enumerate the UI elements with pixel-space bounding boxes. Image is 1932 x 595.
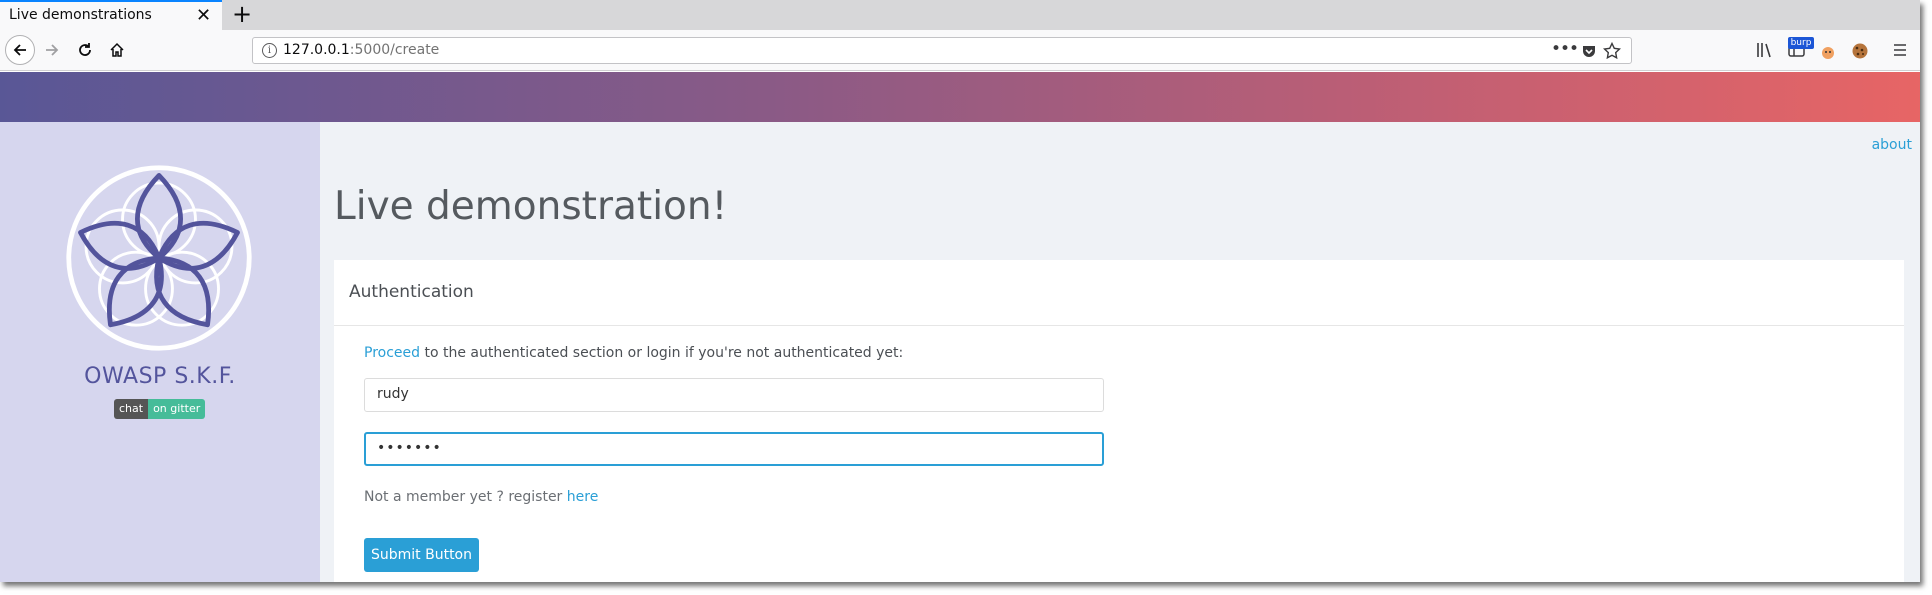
- register-here-link[interactable]: here: [567, 489, 599, 505]
- main-content: about Live demonstration! Authentication…: [320, 122, 1920, 582]
- home-button[interactable]: [102, 35, 132, 65]
- close-tab-icon[interactable]: ✕: [196, 5, 211, 26]
- authentication-panel: Authentication Proceed to the authentica…: [334, 260, 1904, 582]
- gitter-chat-badge[interactable]: chat on gitter: [114, 399, 206, 419]
- address-bar[interactable]: i 127.0.0.1:5000/create •••: [252, 37, 1632, 64]
- page-title: Live demonstration!: [334, 184, 728, 229]
- navigation-bar: i 127.0.0.1:5000/create ••• burp: [0, 30, 1920, 71]
- arrow-left-icon: [13, 44, 26, 56]
- intro-text-rest: to the authenticated section or login if…: [420, 345, 904, 361]
- panel-title: Authentication: [349, 282, 474, 302]
- sidebar: OWASP S.K.F. chat on gitter: [0, 122, 320, 582]
- url-text[interactable]: 127.0.0.1:5000/create: [283, 42, 439, 58]
- reload-icon: [79, 43, 91, 56]
- gitter-badge-left: chat: [114, 399, 149, 419]
- register-text: Not a member yet ? register here: [364, 489, 598, 505]
- arrow-right-icon: [46, 44, 59, 56]
- burp-badge: burp: [1788, 37, 1814, 49]
- username-input[interactable]: rudy: [364, 378, 1104, 412]
- site-info-icon[interactable]: i: [262, 43, 277, 58]
- new-tab-icon[interactable]: +: [232, 0, 252, 28]
- forward-button[interactable]: [37, 35, 67, 65]
- page-actions-icon[interactable]: •••: [1551, 39, 1579, 59]
- panel-heading: Authentication: [334, 260, 1904, 326]
- cookie-icon[interactable]: [1851, 42, 1869, 60]
- hamburger-menu-icon[interactable]: [1892, 43, 1908, 57]
- home-icon: [110, 42, 124, 57]
- header-banner: [0, 72, 1920, 122]
- page-content: OWASP S.K.F. chat on gitter about Live d…: [0, 72, 1920, 582]
- submit-button[interactable]: Submit Button: [364, 538, 479, 572]
- back-button[interactable]: [5, 35, 35, 65]
- tab-bar: Live demonstrations ✕ +: [0, 0, 1920, 30]
- tab-live-demonstrations[interactable]: Live demonstrations ✕: [0, 0, 222, 30]
- proceed-link[interactable]: Proceed: [364, 345, 420, 361]
- brand-name: OWASP S.K.F.: [84, 364, 236, 389]
- bookmark-star-icon[interactable]: [1603, 42, 1621, 60]
- owasp-skf-logo-icon: [66, 165, 252, 351]
- gitter-badge-right: on gitter: [148, 399, 206, 419]
- browser-window: Live demonstrations ✕ + i 127.0.0.1:5000…: [0, 0, 1920, 582]
- library-icon[interactable]: [1756, 42, 1774, 58]
- pocket-icon[interactable]: [1581, 43, 1597, 59]
- tab-title: Live demonstrations: [9, 7, 152, 23]
- intro-text: Proceed to the authenticated section or …: [364, 345, 903, 361]
- register-prefix: Not a member yet ? register: [364, 489, 567, 505]
- reload-button[interactable]: [70, 35, 100, 65]
- burp-icon: [1822, 47, 1834, 59]
- about-link[interactable]: about: [1872, 137, 1912, 153]
- password-input[interactable]: •••••••: [364, 432, 1104, 466]
